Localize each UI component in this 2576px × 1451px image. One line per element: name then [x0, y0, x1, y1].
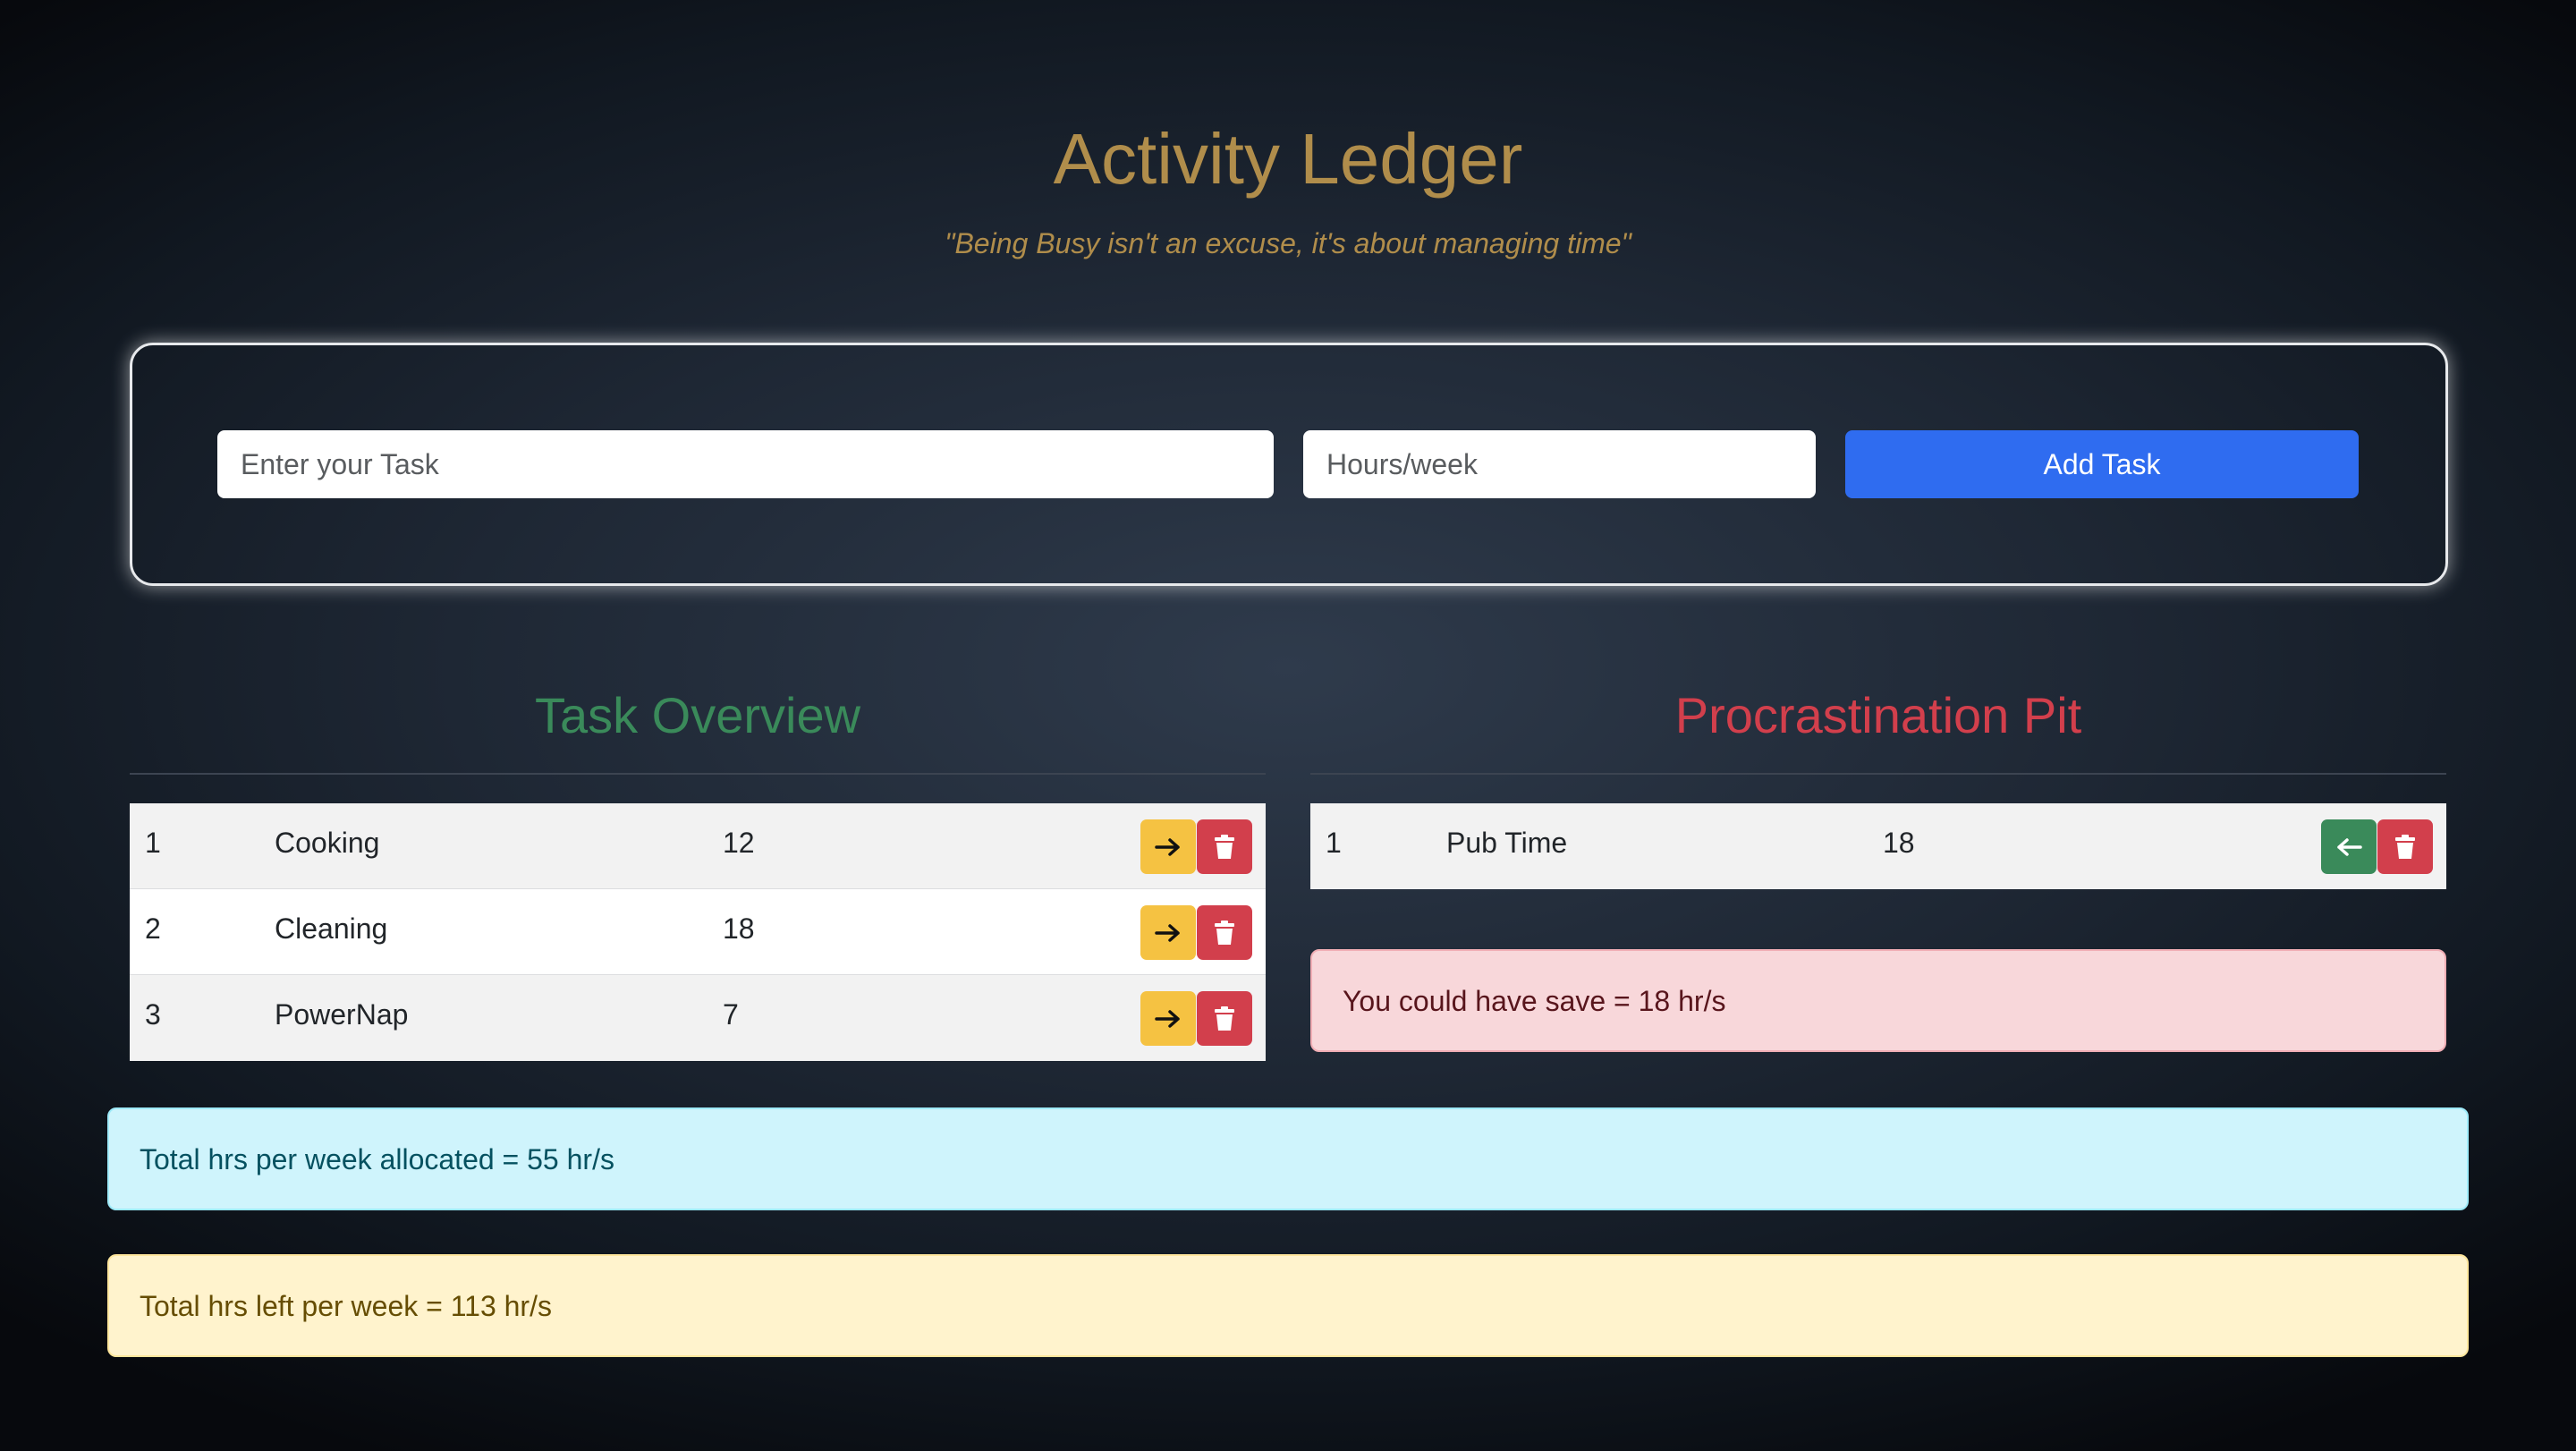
task-overview-table: 1 Cooking 12 2 Cleaning 18 3 PowerNap 7	[130, 803, 1266, 1061]
add-task-form: Add Task	[130, 343, 2448, 586]
trash-icon	[1215, 1006, 1234, 1031]
task-hours: 18	[723, 912, 755, 945]
remaining-hours-alert: Total hrs left per week = 113 hr/s	[107, 1254, 2469, 1357]
page-title: Activity Ledger	[1053, 119, 1523, 199]
move-back-button[interactable]	[2321, 819, 2377, 874]
pit-index: 1	[1326, 827, 1342, 859]
task-name: Cooking	[275, 827, 380, 859]
task-overview-divider	[130, 773, 1266, 775]
delete-task-button[interactable]	[1197, 991, 1252, 1046]
move-to-pit-button[interactable]	[1140, 819, 1196, 874]
pit-row: 1 Pub Time 18	[1310, 803, 2446, 889]
procrastination-pit-table: 1 Pub Time 18	[1310, 803, 2446, 889]
remaining-hours-text: Total hrs left per week = 113 hr/s	[140, 1289, 552, 1322]
task-hours: 7	[723, 998, 739, 1031]
savings-alert: You could have save = 18 hr/s	[1310, 949, 2446, 1052]
task-row: 1 Cooking 12	[130, 803, 1266, 889]
task-index: 2	[145, 912, 161, 945]
task-name: PowerNap	[275, 998, 409, 1031]
arrow-left-icon	[2337, 837, 2362, 856]
allocated-hours-alert: Total hrs per week allocated = 55 hr/s	[107, 1107, 2469, 1210]
task-row: 2 Cleaning 18	[130, 889, 1266, 975]
move-to-pit-button[interactable]	[1140, 905, 1196, 960]
task-index: 1	[145, 827, 161, 859]
move-to-pit-button[interactable]	[1140, 991, 1196, 1046]
task-name: Cleaning	[275, 912, 388, 945]
trash-icon	[1215, 920, 1234, 945]
page-header: Activity Ledger "Being Busy isn't an exc…	[0, 106, 2576, 261]
delete-pit-button[interactable]	[2377, 819, 2433, 874]
task-row: 3 PowerNap 7	[130, 975, 1266, 1061]
procrastination-pit-heading: Procrastination Pit	[1674, 687, 2082, 743]
pit-name: Pub Time	[1446, 827, 1568, 859]
arrow-right-icon	[1155, 837, 1180, 856]
trash-icon	[2395, 834, 2415, 859]
trash-icon	[1215, 834, 1234, 859]
task-hours: 12	[723, 827, 755, 859]
add-task-button[interactable]: Add Task	[1845, 430, 2359, 498]
arrow-right-icon	[1155, 923, 1180, 942]
procrastination-pit-divider	[1310, 773, 2446, 775]
savings-text: You could have save = 18 hr/s	[1343, 984, 1726, 1017]
task-overview-heading: Task Overview	[534, 687, 861, 743]
task-index: 3	[145, 998, 161, 1031]
task-name-input[interactable]	[217, 430, 1274, 498]
pit-hours: 18	[1883, 827, 1915, 859]
delete-task-button[interactable]	[1197, 905, 1252, 960]
page-tagline: "Being Busy isn't an excuse, it's about …	[945, 227, 1631, 259]
arrow-right-icon	[1155, 1009, 1180, 1028]
delete-task-button[interactable]	[1197, 819, 1252, 874]
hours-per-week-input[interactable]	[1303, 430, 1816, 498]
allocated-hours-text: Total hrs per week allocated = 55 hr/s	[140, 1142, 614, 1175]
